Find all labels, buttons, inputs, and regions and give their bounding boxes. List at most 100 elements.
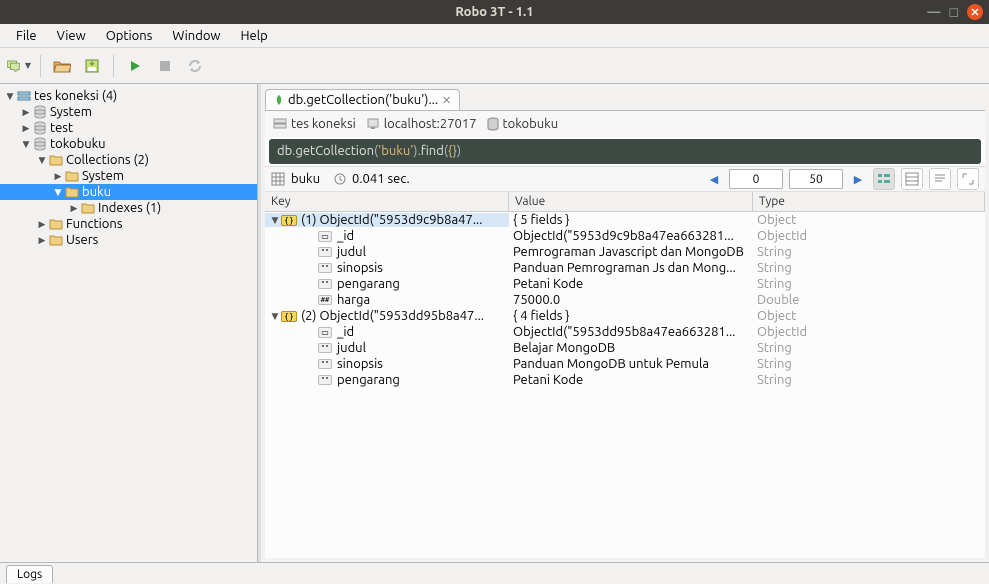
folder-icon xyxy=(48,216,64,232)
row-value: 75000.0 xyxy=(509,293,753,307)
rotate-button[interactable] xyxy=(182,53,208,79)
info-database-label: tokobuku xyxy=(503,117,559,131)
close-icon[interactable] xyxy=(967,4,983,20)
tree-toggle[interactable]: ▶ xyxy=(36,219,48,230)
tree-toggle[interactable]: ▶ xyxy=(20,107,32,118)
data-row[interactable]: ▭_idObjectId("5953d9c9b8a47ea663281...Ob… xyxy=(265,228,985,244)
minimize-icon[interactable]: — xyxy=(927,5,940,19)
grid-icon xyxy=(271,172,285,186)
info-host-label: localhost:27017 xyxy=(384,117,477,131)
prev-page-button[interactable]: ◀ xyxy=(705,170,723,188)
tree-view-button[interactable] xyxy=(873,168,895,190)
tree-toggle[interactable]: ▶ xyxy=(36,235,48,246)
data-row[interactable]: ▼{}(1) ObjectId("5953d9c9b8a47...{ 5 fie… xyxy=(265,212,985,228)
server-icon xyxy=(273,118,287,130)
folder-icon xyxy=(64,184,80,200)
row-key: judul xyxy=(337,341,366,355)
tree-toggle[interactable]: ▼ xyxy=(52,187,64,198)
row-value: ObjectId("5953dd95b8a47ea663281... xyxy=(509,325,753,339)
main-area: ▼ tes koneksi (4) ▶System▶test▼tokobuku▼… xyxy=(0,84,989,562)
tree-toggle[interactable]: ▼ xyxy=(20,139,32,150)
row-toggle[interactable]: ▼ xyxy=(269,215,281,226)
logs-tab[interactable]: Logs xyxy=(6,565,53,583)
logs-bar: Logs xyxy=(0,562,989,584)
data-row[interactable]: ""judulPemrograman Javascript dan MongoD… xyxy=(265,244,985,260)
expand-button[interactable] xyxy=(957,168,979,190)
row-type: Object xyxy=(753,213,985,227)
data-row[interactable]: ##harga75000.0Double xyxy=(265,292,985,308)
data-row[interactable]: ▼{}(2) ObjectId("5953dd95b8a47...{ 4 fie… xyxy=(265,308,985,324)
row-value: { 4 fields } xyxy=(509,309,753,323)
separator xyxy=(40,55,41,77)
info-connection-label: tes koneksi xyxy=(291,117,356,131)
close-icon[interactable]: ✕ xyxy=(442,94,451,107)
menu-file[interactable]: File xyxy=(8,27,45,45)
tree-toggle[interactable]: ▼ xyxy=(4,91,16,102)
tree-toggle[interactable]: ▶ xyxy=(20,123,32,134)
tree-node[interactable]: ▶ System xyxy=(0,168,257,184)
folder-icon xyxy=(80,200,96,216)
tree-toggle[interactable]: ▶ xyxy=(52,171,64,182)
clock-icon xyxy=(334,173,346,185)
query-editor[interactable]: db.getCollection('buku').find({}) xyxy=(269,139,981,164)
folder-icon xyxy=(48,232,64,248)
tree-label: tes koneksi (4) xyxy=(34,89,117,103)
tree-node[interactable]: ▶Indexes (1) xyxy=(0,200,257,216)
row-type: Double xyxy=(753,293,985,307)
menu-window[interactable]: Window xyxy=(164,27,228,45)
row-key: (2) ObjectId("5953dd95b8a47... xyxy=(301,309,484,323)
save-button[interactable] xyxy=(79,53,105,79)
row-key: _id xyxy=(337,325,354,339)
results-grid[interactable]: ▼{}(1) ObjectId("5953d9c9b8a47...{ 5 fie… xyxy=(265,212,985,558)
tree-node[interactable]: ▶test xyxy=(0,120,257,136)
next-page-button[interactable]: ▶ xyxy=(849,170,867,188)
type-icon: ▭ xyxy=(317,325,333,339)
connection-tree[interactable]: ▼ tes koneksi (4) ▶System▶test▼tokobuku▼… xyxy=(0,84,258,562)
open-button[interactable] xyxy=(49,53,75,79)
tree-toggle[interactable]: ▼ xyxy=(36,155,48,166)
menu-options[interactable]: Options xyxy=(98,27,161,45)
row-value: Pemrograman Javascript dan MongoDB xyxy=(509,245,753,259)
type-icon: "" xyxy=(317,277,333,291)
tree-label: Functions xyxy=(66,217,122,231)
limit-input[interactable]: 50 xyxy=(789,169,843,189)
data-row[interactable]: ""sinopsisPanduan Pemrograman Js dan Mon… xyxy=(265,260,985,276)
tree-node[interactable]: ▶System xyxy=(0,104,257,120)
menu-help[interactable]: Help xyxy=(233,27,276,45)
tree-toggle[interactable]: ▶ xyxy=(68,203,80,214)
server-icon xyxy=(16,88,32,104)
column-type[interactable]: Type xyxy=(753,192,985,211)
row-toggle[interactable]: ▼ xyxy=(269,311,281,322)
row-type: String xyxy=(753,277,985,291)
tree-node[interactable]: ▼tokobuku xyxy=(0,136,257,152)
data-row[interactable]: ""pengarangPetani KodeString xyxy=(265,372,985,388)
info-database: tokobuku xyxy=(487,117,559,131)
text-view-button[interactable] xyxy=(929,168,951,190)
column-value[interactable]: Value xyxy=(509,192,753,211)
column-key[interactable]: Key xyxy=(265,192,509,211)
maximize-icon[interactable]: ◻ xyxy=(948,5,959,20)
execute-button[interactable] xyxy=(122,53,148,79)
tree-node[interactable]: ▶Users xyxy=(0,232,257,248)
tree-connection-root[interactable]: ▼ tes koneksi (4) xyxy=(0,88,257,104)
data-row[interactable]: ""judulBelajar MongoDBString xyxy=(265,340,985,356)
database-icon xyxy=(487,117,499,131)
connect-button[interactable]: ▼ xyxy=(6,53,32,79)
row-type: ObjectId xyxy=(753,325,985,339)
type-icon: {} xyxy=(281,213,297,227)
menu-view[interactable]: View xyxy=(49,27,94,45)
table-view-button[interactable] xyxy=(901,168,923,190)
type-icon: "" xyxy=(317,261,333,275)
data-row[interactable]: ▭ _id ObjectId("5953dd95b8a47ea663281...Ob… xyxy=(265,324,985,340)
tab-label: db.getCollection('buku')... xyxy=(288,93,438,107)
data-row[interactable]: ""sinopsisPanduan MongoDB untuk PemulaSt… xyxy=(265,356,985,372)
query-tab[interactable]: db.getCollection('buku')... ✕ xyxy=(265,89,460,110)
skip-input[interactable]: 0 xyxy=(729,169,783,189)
stop-button[interactable] xyxy=(152,53,178,79)
tree-label: System xyxy=(82,169,124,183)
data-row[interactable]: ""pengarangPetani KodeString xyxy=(265,276,985,292)
tree-node[interactable]: ▼Collections (2) xyxy=(0,152,257,168)
tree-node[interactable]: ▼buku xyxy=(0,184,257,200)
row-key: pengarang xyxy=(337,373,400,387)
tree-node[interactable]: ▶ Functions xyxy=(0,216,257,232)
